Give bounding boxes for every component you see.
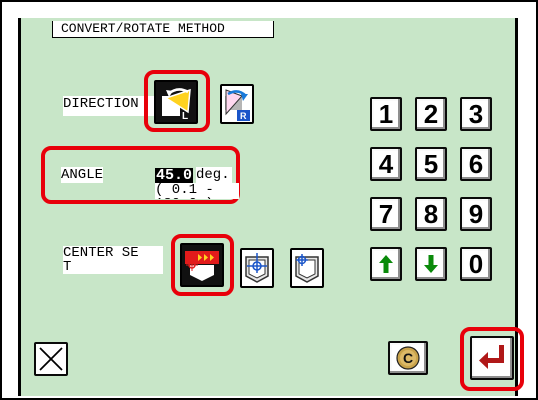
angle-range: ( 0.1 - 180.0 ) bbox=[155, 183, 239, 199]
close-icon bbox=[39, 347, 63, 371]
clear-icon: C bbox=[396, 346, 420, 370]
angle-unit: deg. bbox=[196, 167, 232, 183]
key-3[interactable]: 3 bbox=[460, 97, 492, 131]
key-9[interactable]: 9 bbox=[460, 197, 492, 231]
rotate-right-icon: R bbox=[225, 89, 250, 121]
angle-value-field[interactable]: 45.0 bbox=[155, 168, 194, 183]
clear-label: C bbox=[403, 350, 413, 366]
center-set-label: CENTER SE T bbox=[63, 246, 163, 274]
key-1[interactable]: 1 bbox=[370, 97, 402, 131]
up-arrow-icon bbox=[379, 255, 393, 273]
enter-icon bbox=[479, 345, 504, 369]
key-0[interactable]: 0 bbox=[460, 247, 492, 281]
cancel-button[interactable] bbox=[34, 342, 68, 376]
direction-right-letter: R bbox=[240, 111, 247, 121]
clear-button[interactable]: C bbox=[388, 341, 428, 375]
angle-label: ANGLE bbox=[61, 167, 104, 183]
key-up[interactable] bbox=[370, 247, 402, 281]
key-down[interactable] bbox=[415, 247, 447, 281]
center-figure-icon bbox=[245, 253, 269, 283]
key-7[interactable]: 7 bbox=[370, 197, 402, 231]
down-arrow-icon bbox=[424, 255, 438, 273]
center-set-label-line2: T bbox=[63, 259, 72, 275]
key-6[interactable]: 6 bbox=[460, 147, 492, 181]
page-title: CONVERT/ROTATE METHOD bbox=[52, 21, 274, 38]
center-set-point-icon bbox=[184, 247, 220, 283]
key-8[interactable]: 8 bbox=[415, 197, 447, 231]
key-2[interactable]: 2 bbox=[415, 97, 447, 131]
key-4[interactable]: 4 bbox=[370, 147, 402, 181]
rotate-left-icon: L bbox=[159, 85, 193, 122]
center-set-label-line1: CENTER SE bbox=[63, 245, 139, 261]
direction-right-button[interactable]: R bbox=[220, 84, 254, 124]
center-figure-button[interactable] bbox=[240, 248, 274, 288]
direction-label: DIRECTION bbox=[63, 96, 155, 116]
corner-point-button[interactable] bbox=[290, 248, 324, 288]
corner-point-icon bbox=[295, 254, 319, 283]
direction-left-button[interactable]: L bbox=[154, 80, 198, 124]
direction-left-letter: L bbox=[182, 111, 188, 122]
center-set-point-button[interactable] bbox=[180, 243, 224, 287]
key-5[interactable]: 5 bbox=[415, 147, 447, 181]
enter-button[interactable] bbox=[470, 336, 514, 380]
